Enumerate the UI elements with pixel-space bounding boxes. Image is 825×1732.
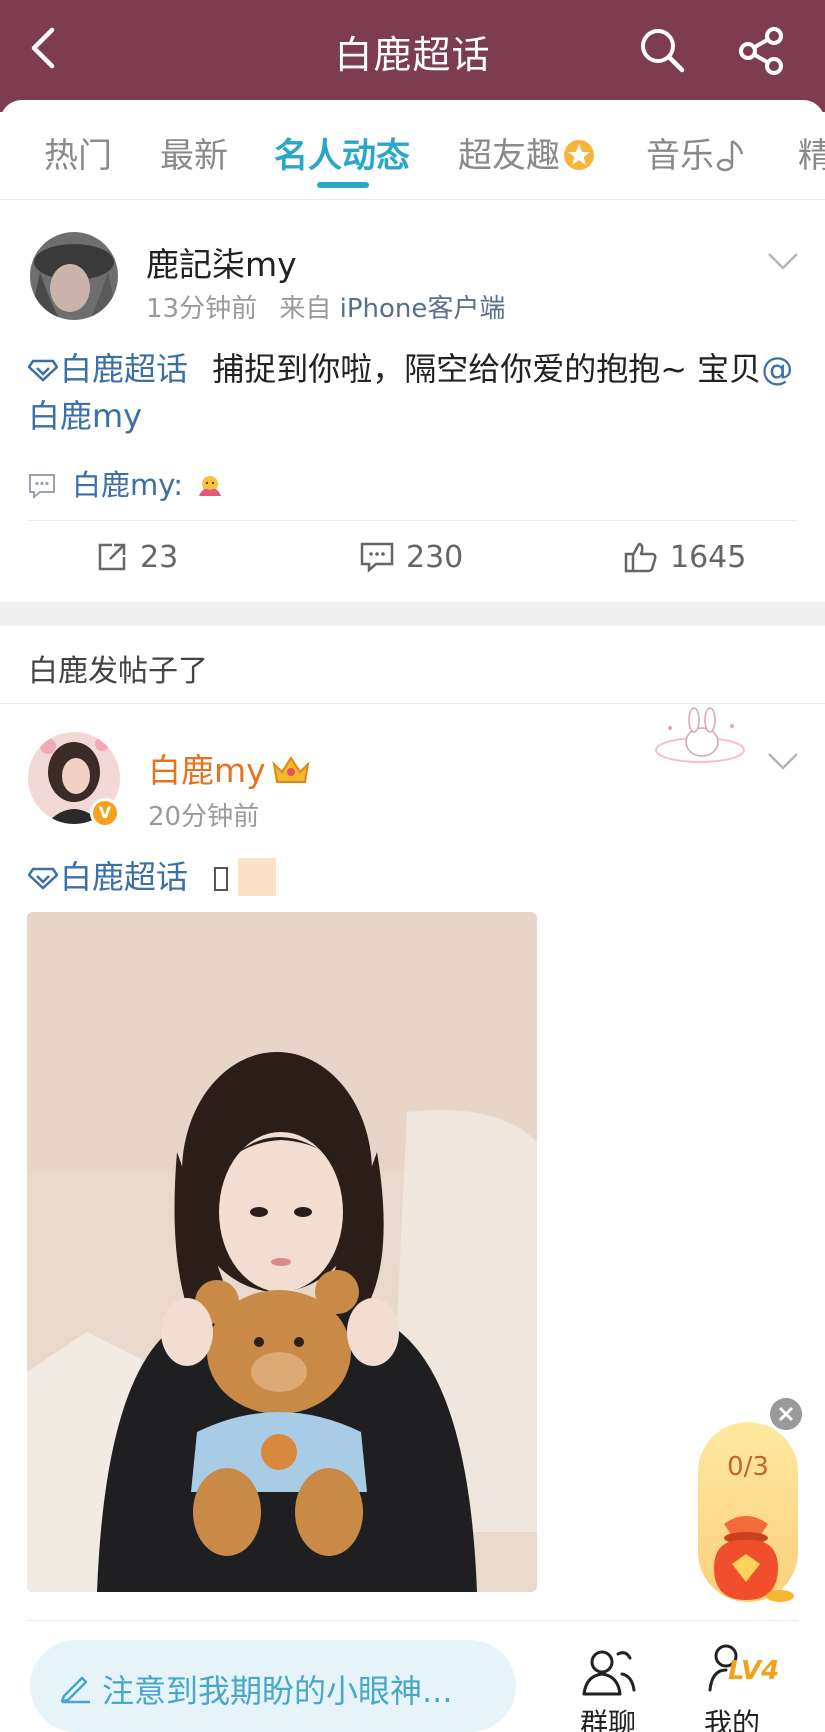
author-name[interactable]: 鹿記柒my: [146, 238, 297, 286]
compose-input[interactable]: 注意到我期盼的小眼神...: [30, 1640, 516, 1732]
mine-button[interactable]: LV4 我的: [682, 1640, 782, 1732]
avatar[interactable]: [30, 232, 118, 320]
comment-count: 230: [406, 540, 464, 575]
post-text: 白鹿超话 捕捉到你啦，隔空给你爱的抱抱~ 宝贝@白鹿my: [28, 346, 798, 440]
tab-bar: 热门 最新 名人动态 超友趣 音乐 精: [0, 100, 825, 200]
post-time: 20分钟前: [148, 802, 260, 832]
like-count: 1645: [670, 540, 747, 575]
close-icon[interactable]: [770, 1398, 802, 1430]
search-icon[interactable]: [638, 26, 686, 74]
missing-glyph-icon: [214, 867, 229, 891]
star-badge-icon: [564, 140, 594, 170]
comment-button[interactable]: 230: [360, 540, 463, 584]
share-icon[interactable]: [736, 26, 786, 76]
music-note-icon: [716, 139, 744, 172]
tab-super-friends[interactable]: 超友趣: [458, 128, 596, 177]
group-chat-label: 群聊: [579, 1707, 636, 1732]
group-chat-button[interactable]: 群聊: [558, 1640, 658, 1732]
author-name-text: 白鹿my: [148, 751, 266, 790]
chevron-down-icon[interactable]: [766, 750, 800, 772]
section-gap: [0, 602, 825, 626]
emoji-placeholder-icon: [238, 858, 277, 896]
active-tab-indicator: [317, 182, 369, 188]
divider: [28, 520, 797, 521]
section-label: 白鹿发帖子了: [28, 654, 208, 689]
mine-label: 我的: [703, 1707, 760, 1732]
lucky-bag-icon[interactable]: [694, 1498, 798, 1606]
post-image[interactable]: [27, 912, 537, 1592]
author-name[interactable]: 白鹿my: [148, 744, 312, 792]
tab-featured[interactable]: 精: [798, 128, 825, 177]
tab-music-label: 音乐: [646, 136, 714, 176]
like-button[interactable]: 1645: [624, 540, 746, 584]
level-badge: LV4: [728, 1656, 780, 1686]
source-prefix: 来自: [279, 294, 332, 324]
top-bar: 白鹿超话: [0, 0, 825, 112]
topic-label: 白鹿超话: [60, 350, 189, 388]
hug-emoji-icon: [199, 476, 222, 496]
tab-super-friends-label: 超友趣: [458, 136, 560, 176]
diamond-topic-icon: [28, 867, 58, 890]
post-card: 鹿記柒my 13分钟前 来自 iPhone客户端 白鹿超话 捕捉到你啦，隔空给你…: [0, 200, 825, 602]
diamond-topic-icon: [28, 359, 58, 382]
divider: [27, 1620, 798, 1621]
repost-count: 23: [140, 540, 179, 575]
comment-icon: [360, 542, 394, 573]
pencil-icon: [60, 1676, 90, 1704]
page-title: 白鹿超话: [334, 33, 491, 77]
post-time: 13分钟前: [146, 294, 258, 324]
topic-label: 白鹿超话: [60, 858, 189, 896]
tab-celebrity-updates[interactable]: 名人动态: [274, 128, 410, 177]
compose-placeholder: 注意到我期盼的小眼神...: [102, 1672, 453, 1710]
post-meta: 13分钟前 来自 iPhone客户端: [146, 288, 505, 325]
comment-user: 白鹿my:: [72, 468, 184, 502]
thumbs-up-icon: [624, 542, 657, 573]
tab-hot[interactable]: 热门: [44, 128, 112, 177]
chevron-left-icon[interactable]: [24, 26, 68, 70]
featured-comment[interactable]: 白鹿my:: [28, 462, 223, 504]
topic-link[interactable]: 白鹿超话: [28, 852, 277, 898]
repost-icon: [98, 543, 126, 571]
tab-music[interactable]: 音乐: [646, 128, 746, 177]
divider: [0, 703, 825, 704]
post-source: iPhone客户端: [339, 294, 506, 324]
topic-link[interactable]: 白鹿超话: [28, 350, 188, 388]
comment-icon: [29, 474, 55, 499]
group-chat-icon: [582, 1650, 636, 1696]
repost-button[interactable]: 23: [96, 540, 178, 584]
crown-badge-icon: [272, 756, 310, 783]
task-progress: 0/3: [727, 1452, 769, 1482]
bunny-sticker-icon: [655, 707, 745, 763]
verified-badge: V: [90, 798, 120, 828]
tab-latest[interactable]: 最新: [160, 128, 228, 177]
post-body-text: 捕捉到你啦，隔空给你爱的抱抱~ 宝贝: [212, 350, 762, 388]
chevron-down-icon[interactable]: [766, 250, 800, 272]
